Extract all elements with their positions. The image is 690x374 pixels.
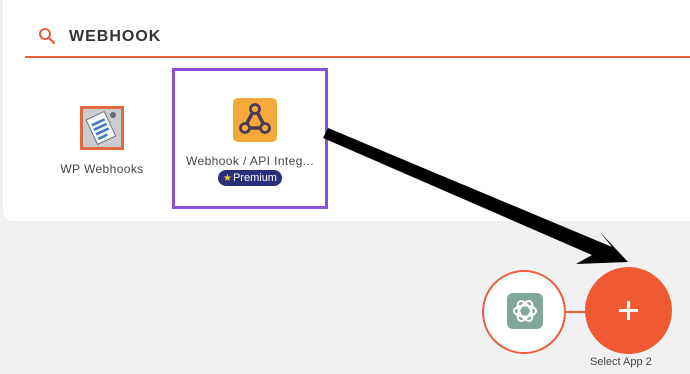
app-label: Webhook / API Integ... <box>186 154 314 168</box>
webhook-icon <box>233 98 277 142</box>
app-tile-wp-webhooks[interactable]: WP Webhooks <box>43 96 161 186</box>
app-1-node[interactable] <box>482 270 566 354</box>
select-app-2-button[interactable] <box>585 267 672 354</box>
app-label: WP Webhooks <box>60 162 144 176</box>
search-input[interactable] <box>69 24 569 50</box>
select-app-2-label: Select App 2 <box>590 356 652 368</box>
app-tile-webhook-api[interactable]: Webhook / API Integ... ★Premium <box>172 68 328 209</box>
search-bar <box>25 18 690 58</box>
wp-webhooks-icon <box>80 106 124 150</box>
premium-badge: ★Premium <box>218 170 282 186</box>
search-icon <box>39 28 56 45</box>
star-icon: ★ <box>223 173 232 184</box>
app-search-panel: WP Webhooks Webhook / API Integ... ★Prem… <box>3 0 690 221</box>
openai-icon <box>507 293 543 329</box>
